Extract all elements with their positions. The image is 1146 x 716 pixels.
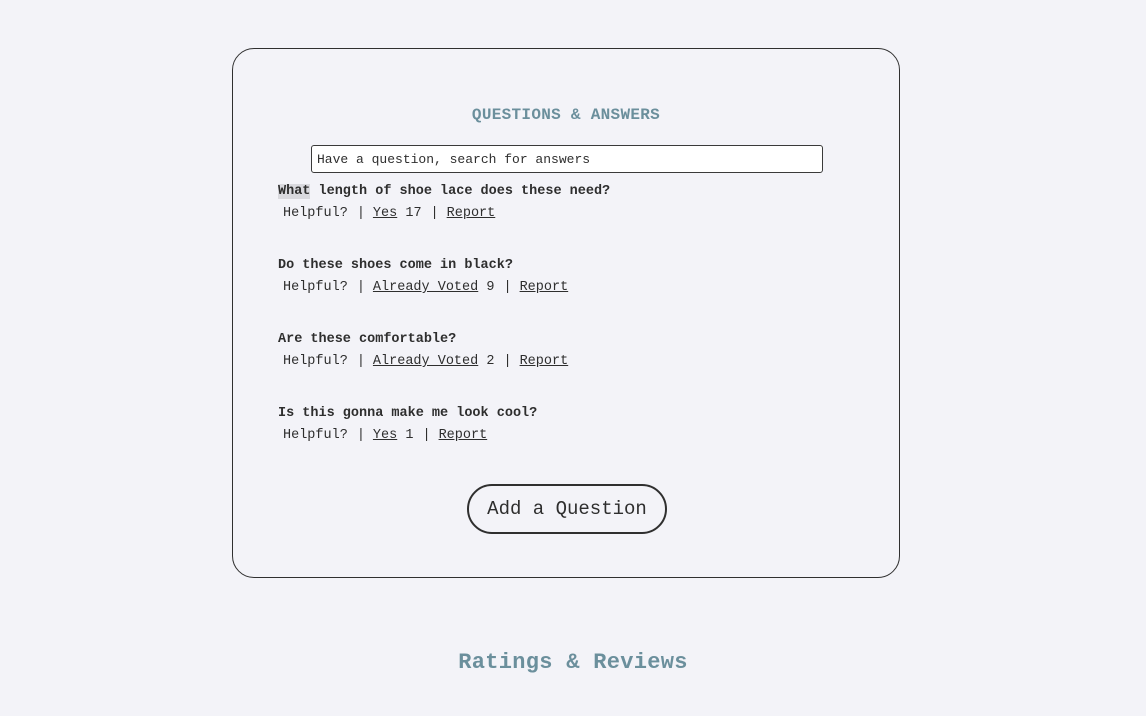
question-item: Is this gonna make me look cool? Helpful…: [278, 405, 537, 445]
report-link[interactable]: Report: [520, 280, 569, 295]
helpful-count: 1: [405, 428, 414, 443]
separator: |: [356, 280, 365, 295]
question-meta: Helpful? | Yes 1 | Report: [283, 427, 537, 445]
ratings-reviews-title: Ratings & Reviews: [458, 650, 688, 675]
helpful-label: Helpful?: [283, 206, 348, 221]
add-question-button[interactable]: Add a Question: [467, 484, 667, 534]
separator: |: [356, 206, 365, 221]
separator: |: [503, 280, 512, 295]
helpful-count: 2: [486, 354, 495, 369]
separator: |: [356, 428, 365, 443]
already-voted-link[interactable]: Already Voted: [373, 354, 478, 369]
report-link[interactable]: Report: [447, 206, 496, 221]
question-text-rest: length of shoe lace does these need?: [310, 184, 611, 199]
questions-answers-card: QUESTIONS & ANSWERS What length of shoe …: [232, 48, 900, 578]
question-meta: Helpful? | Already Voted 2 | Report: [283, 353, 568, 371]
question-search-input[interactable]: [311, 145, 823, 173]
separator: |: [356, 354, 365, 369]
helpful-count: 17: [405, 206, 422, 221]
separator: |: [503, 354, 512, 369]
separator: |: [430, 206, 439, 221]
question-meta: Helpful? | Already Voted 9 | Report: [283, 279, 568, 297]
helpful-yes-link[interactable]: Yes: [373, 206, 397, 221]
question-text[interactable]: Do these shoes come in black?: [278, 257, 568, 275]
report-link[interactable]: Report: [439, 428, 488, 443]
helpful-count: 9: [486, 280, 495, 295]
question-text-highlight: What: [278, 184, 311, 199]
qa-title: QUESTIONS & ANSWERS: [471, 106, 661, 124]
separator: |: [422, 428, 431, 443]
helpful-label: Helpful?: [283, 354, 348, 369]
helpful-label: Helpful?: [283, 428, 348, 443]
question-text[interactable]: Is this gonna make me look cool?: [278, 405, 537, 423]
helpful-yes-link[interactable]: Yes: [373, 428, 397, 443]
question-text[interactable]: Are these comfortable?: [278, 331, 568, 349]
helpful-label: Helpful?: [283, 280, 348, 295]
question-item: Are these comfortable? Helpful? | Already …: [278, 331, 568, 371]
report-link[interactable]: Report: [520, 354, 569, 369]
question-text[interactable]: What length of shoe lace does these need…: [278, 183, 610, 201]
question-meta: Helpful? | Yes 17 | Report: [283, 205, 610, 223]
already-voted-link[interactable]: Already Voted: [373, 280, 478, 295]
question-item: Do these shoes come in black? Helpful? | A…: [278, 257, 568, 297]
question-item: What length of shoe lace does these need…: [278, 183, 610, 223]
